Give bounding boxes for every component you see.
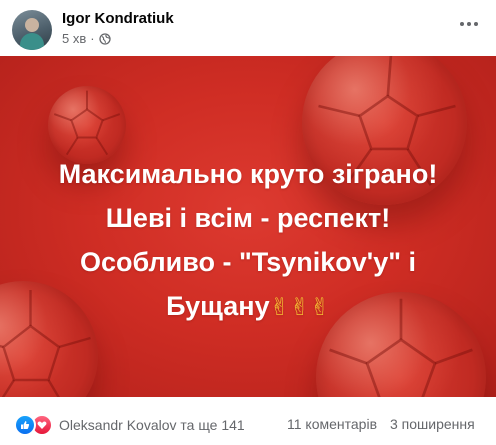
post-text-line-3: Особливо - "Tsynikov'y" і — [79, 247, 417, 277]
post-text-line-4-word: Бущану — [166, 291, 270, 321]
like-icon — [14, 414, 36, 436]
post-image-card[interactable]: Максимально круто зіграно! Шеві і всім -… — [0, 56, 496, 397]
reactions-text[interactable]: Oleksandr Kovalov та ще 141 — [59, 417, 245, 433]
post-header: Igor Kondratiuk 5 хв · — [0, 0, 496, 56]
post-footer: Oleksandr Kovalov та ще 141 11 коментарі… — [0, 397, 496, 445]
avatar-head — [25, 18, 39, 32]
avatar-body — [20, 33, 44, 50]
shares-count[interactable]: 3 поширення — [390, 416, 475, 432]
facebook-post: Igor Kondratiuk 5 хв · Максимально круто… — [0, 0, 496, 445]
post-text-line-4: Бущану✌✌✌ — [22, 284, 474, 329]
post-text: Максимально круто зіграно! Шеві і всім -… — [22, 152, 474, 329]
post-text-line-2: Шеві і всім - респект! — [105, 203, 391, 233]
more-options-icon[interactable] — [454, 12, 484, 36]
author-name[interactable]: Igor Kondratiuk — [62, 10, 174, 27]
post-text-line-1: Максимально круто зіграно! — [58, 159, 438, 189]
reactions-summary[interactable]: Oleksandr Kovalov та ще 141 — [14, 414, 245, 436]
victory-hand-icon: ✌✌✌ — [269, 293, 330, 321]
globe-icon[interactable] — [98, 32, 111, 45]
avatar[interactable] — [12, 10, 52, 50]
post-meta: 5 хв · — [62, 31, 111, 46]
comments-count[interactable]: 11 коментарів — [287, 416, 377, 432]
meta-separator: · — [90, 31, 95, 46]
post-time[interactable]: 5 хв — [62, 31, 86, 46]
